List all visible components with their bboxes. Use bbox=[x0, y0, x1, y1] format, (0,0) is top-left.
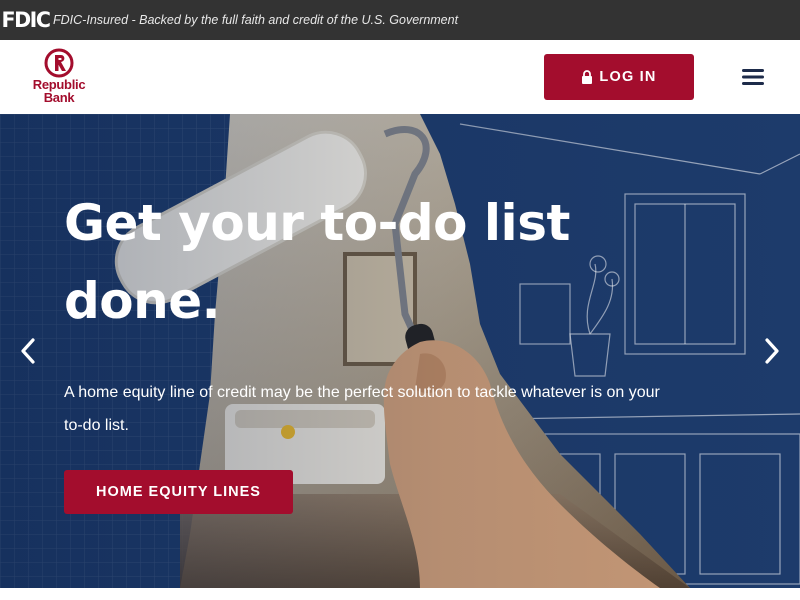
page-bottom-strip bbox=[0, 588, 800, 600]
fdic-statement: FDIC-Insured - Backed by the full faith … bbox=[53, 13, 459, 27]
hamburger-menu-icon[interactable] bbox=[740, 66, 766, 88]
hero-subtitle: A home equity line of credit may be the … bbox=[64, 384, 660, 434]
lock-icon bbox=[582, 70, 593, 84]
site-header: Republic Bank LOG IN bbox=[0, 40, 800, 114]
home-equity-lines-button[interactable]: HOME EQUITY LINES bbox=[64, 470, 293, 514]
logo-text-line2: Bank bbox=[43, 90, 75, 105]
chevron-left-icon[interactable] bbox=[18, 336, 38, 366]
chevron-right-icon[interactable] bbox=[762, 336, 782, 366]
republic-bank-logo[interactable]: Republic Bank bbox=[28, 48, 90, 108]
hero-slider: Get your to-do list done. A home equity … bbox=[0, 114, 800, 588]
login-button[interactable]: LOG IN bbox=[544, 54, 694, 100]
fdic-logo: FDIC bbox=[1, 7, 51, 32]
hero-title: Get your to-do list done. bbox=[64, 194, 570, 330]
fdic-banner: FDIC FDIC-Insured - Backed by the full f… bbox=[0, 0, 800, 40]
login-label: LOG IN bbox=[599, 69, 657, 85]
republic-bank-logo-mark-icon bbox=[44, 48, 74, 78]
